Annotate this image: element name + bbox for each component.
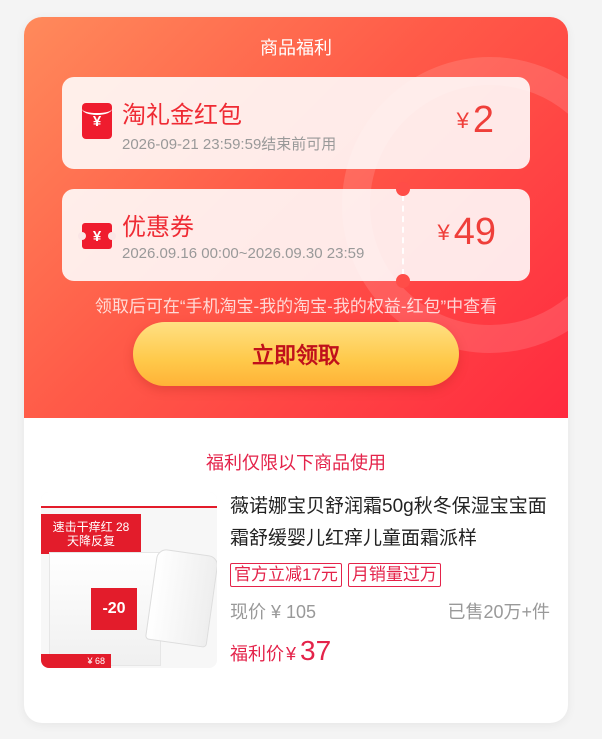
section-title: 商品福利 [260,38,332,58]
claim-hint: 领取后可在“手机淘宝-我的淘宝-我的权益-红包”中查看 [94,297,498,316]
coupon-name: 淘礼金红包 [122,102,242,129]
amount-value: 49 [453,211,496,253]
product-title[interactable]: 薇诺娜宝贝舒润霜50g秋冬保湿宝宝面霜舒缓婴儿红痒儿童面霜派样 [230,491,550,555]
deal-price: 福利价 ¥37 [230,635,331,667]
deal-amount: 37 [300,635,332,666]
coupon-amount: ¥2 [457,99,494,142]
product-tube [144,548,217,648]
current-price: 现价 ¥ 105 [230,602,317,622]
red-envelope-icon: ¥ [82,103,112,139]
discount-coupon[interactable]: ¥ 优惠券 2026.09.16 00:00~2026.09.30 23:59 … [62,182,530,288]
claim-button[interactable]: 立即领取 [133,322,459,386]
welfare-card: 商品福利 ¥ 淘礼金红包 2026-09-21 23:59:59结束前可用 ¥2… [24,17,568,723]
product-tags: 官方立减17元 月销量过万 [230,563,441,587]
sold-count: 已售20万+件 [447,602,550,622]
coupon-notch [396,182,410,196]
ticket-icon: ¥ [78,223,116,249]
image-header-bar [41,492,217,508]
product-image[interactable]: 速击干痒红 28天降反复 -20 ¥ 68 [41,492,217,668]
product-tag: 官方立减17元 [230,563,342,587]
product-tag: 月销量过万 [347,563,441,587]
coupon-notch [396,274,410,288]
deal-currency: ¥ [286,644,297,664]
image-price-strip: ¥ 68 [41,654,111,668]
red-packet-coupon[interactable]: ¥ 淘礼金红包 2026-09-21 23:59:59结束前可用 ¥2 [62,77,530,169]
product-section-title: 福利仅限以下商品使用 [206,453,386,473]
deal-label: 福利价 [230,644,284,664]
benefits-panel: 商品福利 ¥ 淘礼金红包 2026-09-21 23:59:59结束前可用 ¥2… [24,17,568,418]
currency-symbol: ¥ [437,220,450,245]
currency-symbol: ¥ [456,108,469,133]
image-discount-badge: -20 [91,588,137,630]
coupon-divider [402,195,404,275]
coupon-amount: ¥49 [437,211,496,254]
amount-value: 2 [472,99,494,141]
coupon-name: 优惠券 [122,214,194,241]
image-headline: 速击干痒红 28天降反复 [41,514,141,554]
coupon-validity: 2026-09-21 23:59:59结束前可用 [122,136,337,153]
coupon-validity: 2026.09.16 00:00~2026.09.30 23:59 [122,245,365,262]
